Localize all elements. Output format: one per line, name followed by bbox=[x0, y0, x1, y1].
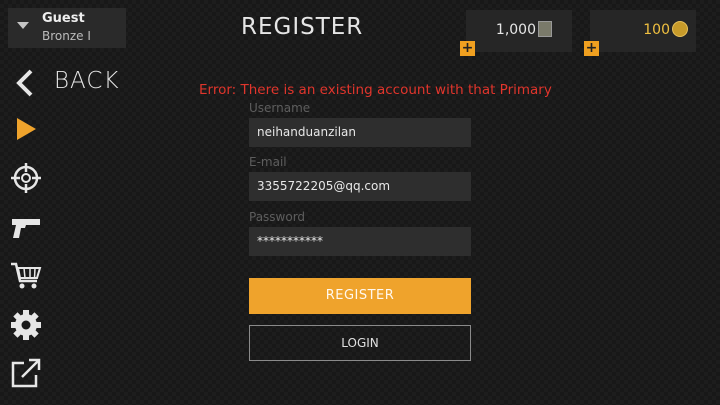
sidebar-item-share[interactable] bbox=[10, 357, 42, 389]
profile-name: Guest bbox=[42, 11, 85, 26]
play-icon bbox=[17, 118, 36, 140]
add-cash-button[interactable]: + bbox=[460, 41, 475, 56]
login-button[interactable]: LOGIN bbox=[249, 325, 471, 361]
password-field[interactable]: *********** bbox=[249, 227, 471, 256]
email-label: E-mail bbox=[249, 155, 287, 169]
password-label: Password bbox=[249, 210, 306, 224]
gold-balance: 100 bbox=[590, 10, 696, 52]
pistol-icon bbox=[12, 219, 40, 238]
crosshair-icon bbox=[11, 163, 41, 193]
gear-icon bbox=[11, 310, 41, 340]
profile-rank: Bronze I bbox=[42, 29, 91, 43]
sidebar-item-weapons[interactable] bbox=[10, 211, 42, 243]
gold-coin-icon bbox=[672, 21, 688, 37]
add-gold-button[interactable]: + bbox=[584, 41, 599, 56]
sidebar-item-target[interactable] bbox=[10, 162, 42, 194]
gold-value: 100 bbox=[643, 22, 670, 38]
sidebar-item-play[interactable] bbox=[10, 113, 42, 145]
chevron-down-icon bbox=[17, 22, 29, 29]
username-field[interactable]: neihanduanzilan bbox=[249, 118, 471, 147]
page-title: REGISTER bbox=[241, 14, 364, 40]
external-link-icon bbox=[11, 358, 41, 388]
cash-balance: 1,000 bbox=[466, 10, 572, 52]
cart-icon bbox=[11, 262, 42, 289]
chevron-left-icon bbox=[16, 69, 33, 97]
error-message: Error: There is an existing account with… bbox=[199, 82, 552, 98]
username-label: Username bbox=[249, 101, 311, 115]
sidebar-item-settings[interactable] bbox=[10, 309, 42, 341]
register-button[interactable]: REGISTER bbox=[249, 278, 471, 314]
cash-value: 1,000 bbox=[495, 22, 536, 38]
sidebar-item-store[interactable] bbox=[10, 260, 42, 292]
back-label: BACK bbox=[54, 68, 120, 94]
cash-icon bbox=[538, 21, 552, 37]
email-field[interactable]: 3355722205@qq.com bbox=[249, 172, 471, 201]
profile-dropdown[interactable]: Guest Bronze I bbox=[8, 8, 126, 48]
